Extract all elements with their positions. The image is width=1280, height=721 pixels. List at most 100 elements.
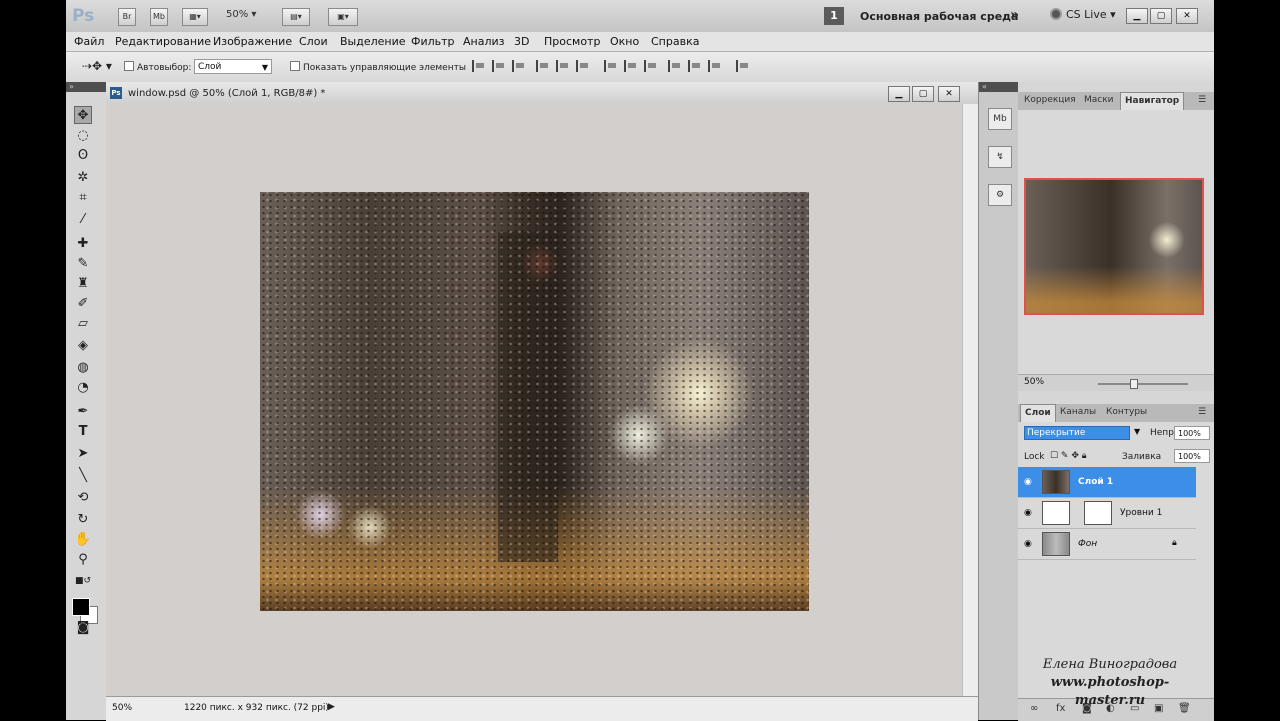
distribute-bottom-icon[interactable] (644, 60, 658, 72)
opacity-input[interactable]: 100% (1174, 426, 1210, 440)
status-zoom[interactable]: 50% (112, 703, 132, 713)
align-vertical-center-icon[interactable] (492, 60, 506, 72)
crop-tool-icon[interactable]: ⌗ (74, 188, 92, 206)
status-menu-arrow-icon[interactable]: ▶ (328, 702, 335, 712)
type-tool-icon[interactable]: T (74, 422, 92, 440)
lock-icons[interactable]: ☐ ✎ ✥ 🔒︎ (1050, 451, 1087, 461)
distribute-left-icon[interactable] (668, 60, 682, 72)
menu-help[interactable]: Справка (651, 35, 699, 48)
pen-tool-icon[interactable]: ✒ (74, 402, 92, 420)
menu-3d[interactable]: 3D (514, 35, 529, 48)
chevron-down-icon[interactable]: ▼ (1134, 427, 1140, 436)
zoom-tool-icon[interactable]: ⚲ (74, 550, 92, 568)
navigator-zoom-slider[interactable] (1098, 383, 1188, 385)
move-tool-icon[interactable]: ✥ (74, 106, 92, 124)
maximize-button[interactable]: ▢ (1150, 8, 1172, 24)
eyedropper-tool-icon[interactable]: ⁄ (74, 210, 92, 228)
tab-layers[interactable]: Слои (1020, 404, 1056, 422)
hand-tool-icon[interactable]: ✋ (74, 530, 92, 548)
line-tool-icon[interactable]: ╲ (74, 466, 92, 484)
swap-colors-icon[interactable]: ■↺ (74, 572, 92, 590)
menu-filter[interactable]: Фильтр (411, 35, 455, 48)
auto-align-layers-icon[interactable] (736, 60, 750, 72)
autoselect-target-select[interactable]: Слой ▼ (194, 59, 272, 74)
autoselect-checkbox[interactable]: Автовыбор: (124, 61, 191, 73)
distribute-horizontal-center-icon[interactable] (688, 60, 702, 72)
menu-view[interactable]: Просмотр (544, 35, 600, 48)
menu-layers[interactable]: Слои (299, 35, 328, 48)
doc-close-button[interactable]: ✕ (938, 86, 960, 102)
menu-file[interactable]: Файл (74, 35, 104, 48)
mini-bridge-button[interactable]: Mb (150, 8, 168, 26)
layer-row[interactable]: ◉ Уровни 1 (1018, 498, 1196, 529)
brush-tool-icon[interactable]: ✎ (74, 254, 92, 272)
align-left-icon[interactable] (536, 60, 550, 72)
cs-live-button[interactable]: CS Live ▾ (1050, 8, 1116, 21)
menu-select[interactable]: Выделение (340, 35, 406, 48)
history-brush-tool-icon[interactable]: ✐ (74, 294, 92, 312)
navigator-zoom-slider-knob[interactable] (1130, 379, 1138, 389)
distribute-vertical-center-icon[interactable] (624, 60, 638, 72)
rainy-window-image[interactable] (260, 192, 809, 611)
blur-tool-icon[interactable]: ◍ (74, 358, 92, 376)
doc-restore-button[interactable]: ▢ (912, 86, 934, 102)
vertical-scrollbar[interactable] (962, 104, 978, 696)
move-tool-preset-icon[interactable]: ⇢✥ ▾ (82, 59, 112, 73)
eraser-tool-icon[interactable]: ▱ (74, 314, 92, 332)
tab-channels[interactable]: Каналы (1056, 407, 1100, 417)
navigator-zoom-value[interactable]: 50% (1024, 377, 1044, 387)
close-button[interactable]: ✕ (1176, 8, 1198, 24)
workspace-name[interactable]: Основная рабочая среда (860, 10, 1018, 23)
align-horizontal-center-icon[interactable] (556, 60, 570, 72)
menu-window[interactable]: Окно (610, 35, 639, 48)
document-tab[interactable]: Ps window.psd @ 50% (Слой 1, RGB/8#) * ▁… (106, 82, 978, 105)
view-extras-button[interactable]: ▦▾ (182, 8, 208, 26)
show-transform-controls-checkbox[interactable]: Показать управляющие элементы (290, 61, 466, 73)
arrange-documents-button[interactable]: ▤▾ (282, 8, 310, 26)
align-bottom-icon[interactable] (512, 60, 526, 72)
eye-icon[interactable]: ◉ (1024, 539, 1032, 549)
magic-wand-tool-icon[interactable]: ✲ (74, 168, 92, 186)
panel-collapse-icon[interactable]: « (979, 82, 1019, 92)
panel-menu-icon[interactable]: ☰ (1194, 95, 1210, 105)
tab-navigator[interactable]: Навигатор (1120, 92, 1185, 110)
mini-bridge-panel-icon[interactable]: Mb (988, 108, 1012, 130)
align-right-icon[interactable] (576, 60, 590, 72)
lasso-tool-icon[interactable]: ʘ (74, 146, 92, 164)
panel-collapse-icon[interactable]: » (66, 82, 106, 92)
layer-row[interactable]: ◉ Фон 🔒︎ (1018, 529, 1196, 560)
tool-presets-panel-icon[interactable]: ⚙ (988, 184, 1012, 206)
screen-mode-button[interactable]: ▣▾ (328, 8, 358, 26)
3d-rotate-tool-icon[interactable]: ⟲ (74, 488, 92, 506)
chevron-double-right-icon[interactable]: » (1010, 7, 1019, 23)
3d-orbit-tool-icon[interactable]: ↻ (74, 510, 92, 528)
paint-bucket-tool-icon[interactable]: ◈ (74, 336, 92, 354)
menu-analysis[interactable]: Анализ (463, 35, 505, 48)
distribute-top-icon[interactable] (604, 60, 618, 72)
distribute-right-icon[interactable] (708, 60, 722, 72)
fill-input[interactable]: 100% (1174, 449, 1210, 463)
menu-image[interactable]: Изображение (213, 35, 292, 48)
quick-mask-icon[interactable]: ◙ (74, 618, 92, 636)
foreground-color-swatch[interactable] (72, 598, 90, 616)
healing-brush-tool-icon[interactable]: ✚ (74, 234, 92, 252)
tab-adjustments[interactable]: Коррекция (1020, 95, 1080, 105)
path-selection-tool-icon[interactable]: ➤ (74, 444, 92, 462)
minimize-button[interactable]: ▁ (1126, 8, 1148, 24)
bridge-button[interactable]: Br (118, 8, 136, 26)
tab-paths[interactable]: Контуры (1102, 407, 1151, 417)
tab-masks[interactable]: Маски (1080, 95, 1118, 105)
layer-row[interactable]: ◉ Слой 1 (1018, 467, 1196, 498)
zoom-level-select[interactable]: 50% ▾ (226, 9, 256, 20)
clone-stamp-tool-icon[interactable]: ♜ (74, 274, 92, 292)
history-panel-icon[interactable]: ↯ (988, 146, 1012, 168)
menu-edit[interactable]: Редактирование (115, 35, 211, 48)
eye-icon[interactable]: ◉ (1024, 508, 1032, 518)
dodge-tool-icon[interactable]: ◔ (74, 378, 92, 396)
marquee-tool-icon[interactable]: ◌ (74, 126, 92, 144)
blend-mode-select[interactable]: Перекрытие (1024, 426, 1130, 440)
eye-icon[interactable]: ◉ (1024, 477, 1032, 487)
align-top-icon[interactable] (472, 60, 486, 72)
panel-menu-icon[interactable]: ☰ (1194, 407, 1210, 417)
canvas-area[interactable] (106, 104, 962, 696)
